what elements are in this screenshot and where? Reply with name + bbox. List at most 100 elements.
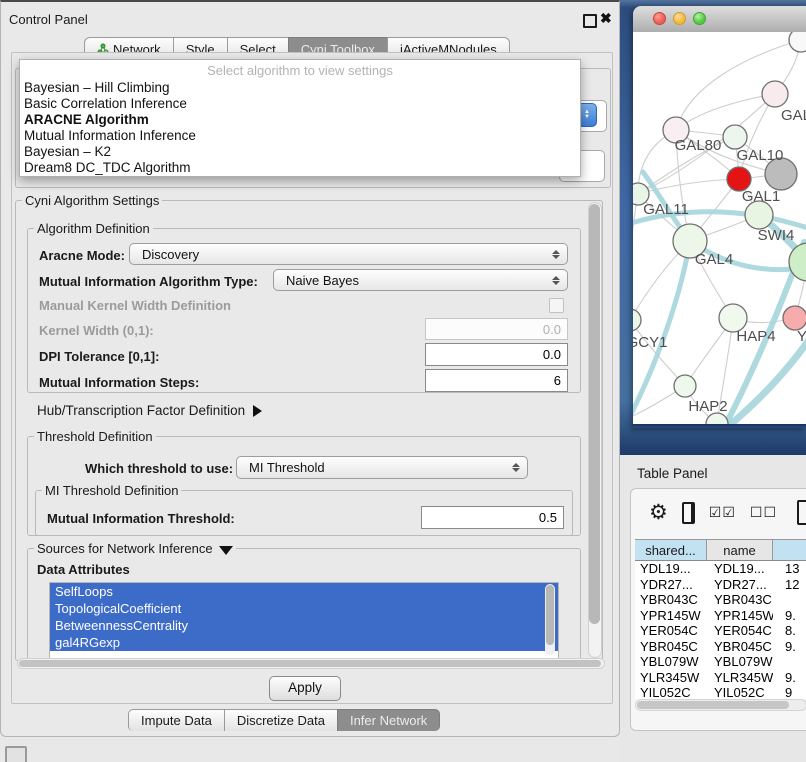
- table-cell: 9: [773, 685, 806, 699]
- table-panel-box: ⚙ ☑☑ ☐☐ shared... name YDL19...YDL19...1…: [630, 488, 806, 731]
- network-edge: [633, 194, 638, 320]
- control-panel: Control Panel ✖ Network Style Select Cyn…: [0, 0, 620, 737]
- algorithm-option[interactable]: Bayesian – Hill Climbing: [20, 80, 580, 96]
- table-cell: 8.: [773, 623, 806, 639]
- aracne-mode-combobox[interactable]: Discovery: [129, 243, 568, 265]
- dpi-tolerance-label: DPI Tolerance [0,1]:: [39, 349, 159, 364]
- table-cell: YPR145W: [635, 608, 707, 624]
- table-cell: YDR27...: [707, 577, 773, 593]
- float-panel-icon[interactable]: [583, 14, 597, 28]
- expanded-arrow-icon: [219, 546, 233, 555]
- table-row[interactable]: YPR145WYPR145W9.: [635, 608, 806, 624]
- kernel-width-field[interactable]: [425, 318, 568, 340]
- node-label: GAL: [781, 107, 806, 124]
- network-canvas-svg: GALGAL80GAL10GAL1GAL11SWI4GAL4GCY1HAP4YH…: [633, 32, 806, 424]
- sources-title[interactable]: Sources for Network Inference: [34, 541, 236, 556]
- attribute-item[interactable]: gal4RGexp: [50, 634, 558, 651]
- node-label: GAL10: [737, 147, 784, 164]
- node-label: GAL1: [742, 188, 780, 205]
- attribute-item[interactable]: TopologicalCoefficient: [50, 600, 558, 617]
- manual-kernel-width-label: Manual Kernel Width Definition: [39, 298, 231, 313]
- table-row[interactable]: YLR345WYLR345W9.: [635, 670, 806, 686]
- algorithm-option[interactable]: Basic Correlation Inference: [20, 96, 580, 112]
- node-partial-top[interactable]: [789, 32, 806, 52]
- tab-infer-network[interactable]: Infer Network: [337, 709, 440, 731]
- network-window-titlebar[interactable]: [633, 6, 806, 33]
- scrollbar-thumb[interactable]: [19, 660, 601, 667]
- table-row[interactable]: YBR045CYBR045C9.: [635, 639, 806, 655]
- table-row[interactable]: YDR27...YDR27...12: [635, 577, 806, 593]
- column-header-shared-name[interactable]: shared...: [635, 540, 707, 560]
- mi-algorithm-type-combobox[interactable]: Naive Bayes: [273, 269, 568, 291]
- data-attributes-label: Data Attributes: [37, 562, 130, 577]
- gear-icon[interactable]: ⚙: [649, 500, 668, 525]
- mi-threshold-field[interactable]: [421, 506, 564, 529]
- scrollbar-thumb[interactable]: [546, 585, 554, 645]
- which-threshold-combobox[interactable]: MI Threshold: [236, 456, 528, 479]
- algorithm-option[interactable]: ARACNE Algorithm: [20, 112, 580, 128]
- dpi-tolerance-field[interactable]: [425, 343, 568, 366]
- combo-spinner: [509, 463, 523, 472]
- node-label: HAP4: [736, 328, 775, 345]
- node-label: SWI4: [758, 227, 795, 244]
- table-row[interactable]: YBL079WYBL079W: [635, 654, 806, 670]
- attribute-item[interactable]: BetweennessCentrality: [50, 617, 558, 634]
- screen: Control Panel ✖ Network Style Select Cyn…: [0, 0, 806, 762]
- algorithm-option[interactable]: Dream8 DC_TDC Algorithm: [20, 160, 580, 176]
- node-hap2[interactable]: [674, 375, 696, 397]
- table-row[interactable]: YBR043CYBR043C: [635, 592, 806, 608]
- hub-section-toggle[interactable]: Hub/Transcription Factor Definition: [37, 403, 262, 418]
- node-gcy1[interactable]: [633, 309, 641, 331]
- table-row[interactable]: YER054CYER054C8.: [635, 623, 806, 639]
- node-gal10[interactable]: [723, 125, 747, 149]
- data-attributes-list[interactable]: SelfLoopsTopologicalCoefficientBetweenne…: [49, 582, 559, 659]
- network-view-panel: GALGAL80GAL10GAL1GAL11SWI4GAL4GCY1HAP4YH…: [620, 0, 806, 455]
- node-swi4[interactable]: [745, 201, 773, 229]
- table-cell: 9.: [773, 608, 806, 624]
- tab-discretize-data[interactable]: Discretize Data: [224, 709, 337, 731]
- table-row[interactable]: YIL052CYIL052C9: [635, 685, 806, 699]
- deselect-all-checks-icon[interactable]: ☐☐: [750, 504, 777, 521]
- algorithm-option[interactable]: Mutual Information Inference: [20, 128, 580, 144]
- node-table-body: YDL19...YDL19...13YDR27...YDR27...12YBR0…: [635, 561, 806, 699]
- attribute-item[interactable]: SelfLoops: [50, 583, 558, 600]
- tab-label: Impute Data: [141, 713, 212, 728]
- mac-close-button[interactable]: [653, 12, 666, 25]
- column-header-name[interactable]: name: [707, 540, 773, 560]
- table-cell: 9.: [773, 670, 806, 686]
- dropdown-placeholder: Select algorithm to view settings: [20, 60, 580, 80]
- mi-steps-field[interactable]: [425, 369, 568, 392]
- document-icon[interactable]: [797, 500, 806, 525]
- node-label: GAL80: [675, 137, 722, 154]
- algorithm-dropdown-list: Bayesian – Hill ClimbingBasic Correlatio…: [20, 80, 580, 176]
- mac-minimize-button[interactable]: [673, 12, 686, 25]
- tab-impute-data[interactable]: Impute Data: [128, 709, 224, 731]
- network-canvas[interactable]: GALGAL80GAL10GAL1GAL11SWI4GAL4GCY1HAP4YH…: [633, 32, 806, 424]
- docked-panel-icon[interactable]: [5, 746, 27, 762]
- table-cell: YPR145W: [707, 608, 773, 624]
- select-all-checks-icon[interactable]: ☑☑: [709, 504, 736, 521]
- algorithm-option[interactable]: Bayesian – K2: [20, 144, 580, 160]
- columns-icon[interactable]: [682, 502, 695, 524]
- table-row[interactable]: YDL19...YDL19...13: [635, 561, 806, 577]
- table-cell: 13: [773, 561, 806, 577]
- node-gal7[interactable]: [762, 81, 788, 107]
- table-cell: YBL079W: [707, 654, 773, 670]
- table-panel-title: Table Panel: [637, 466, 708, 481]
- tab-label: Infer Network: [350, 713, 427, 728]
- tab-label: Discretize Data: [237, 713, 325, 728]
- manual-kernel-width-checkbox[interactable]: [549, 298, 564, 313]
- apply-button[interactable]: Apply: [269, 676, 341, 701]
- table-cell: [773, 654, 806, 670]
- mac-zoom-button[interactable]: [693, 12, 706, 25]
- combo-value: Naive Bayes: [274, 273, 549, 288]
- close-icon[interactable]: ✖: [600, 10, 612, 27]
- control-panel-titlebar: Control Panel ✖: [1, 4, 619, 32]
- table-cell: YBR043C: [635, 592, 707, 608]
- node-y[interactable]: [783, 306, 806, 330]
- scrollbar-thumb[interactable]: [589, 204, 600, 624]
- column-header-partial[interactable]: [773, 540, 806, 560]
- which-threshold-label: Which threshold to use:: [85, 461, 233, 476]
- table-cell: YIL052C: [635, 685, 707, 699]
- scrollbar-thumb[interactable]: [637, 701, 789, 709]
